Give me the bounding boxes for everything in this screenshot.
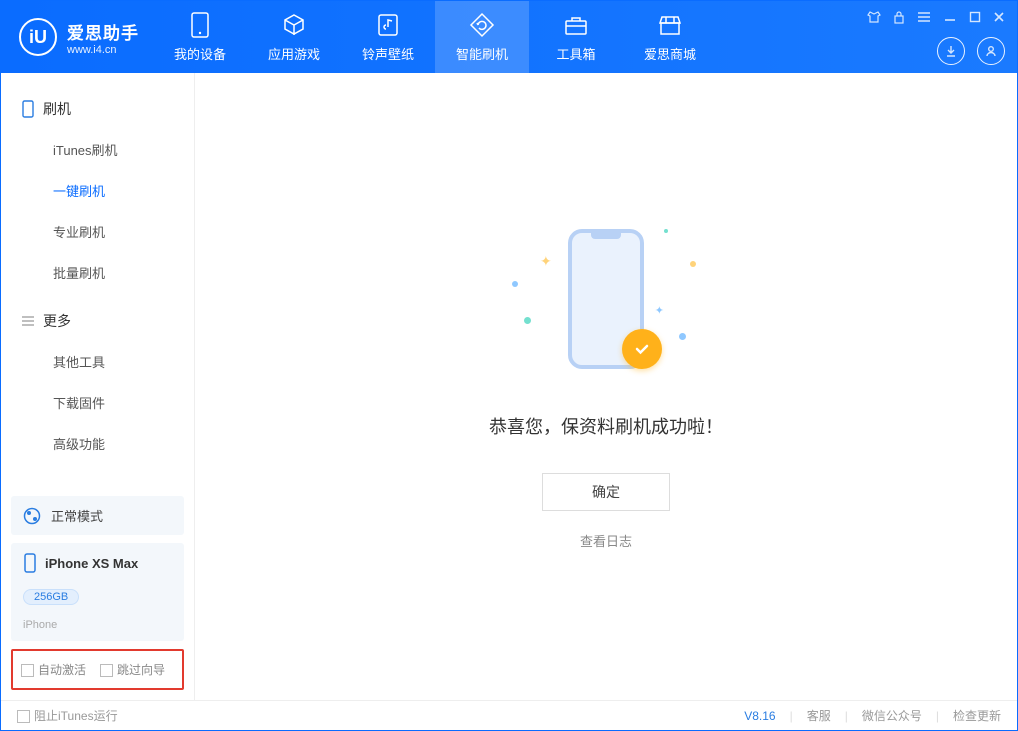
phone-icon [21, 100, 35, 118]
sidebar-item-batch-flash[interactable]: 批量刷机 [1, 252, 194, 293]
checkbox-block-itunes[interactable]: 阻止iTunes运行 [17, 707, 118, 724]
support-link[interactable]: 客服 [807, 707, 831, 724]
main-content: ✦✦ 恭喜您，保资料刷机成功啦！ 确定 查看日志 [195, 73, 1017, 700]
success-illustration: ✦✦ [506, 223, 706, 393]
main-tabs: 我的设备 应用游戏 铃声壁纸 智能刷机 工具箱 爱思商城 [153, 1, 717, 73]
list-icon [21, 315, 35, 327]
ok-button[interactable]: 确定 [542, 473, 670, 511]
device-icon [23, 553, 37, 573]
tab-label: 我的设备 [174, 44, 226, 63]
menu-icon[interactable] [917, 10, 931, 28]
download-button[interactable] [937, 37, 965, 65]
device-name: iPhone XS Max [45, 556, 138, 571]
footer: 阻止iTunes运行 V8.16 | 客服 | 微信公众号 | 检查更新 [1, 700, 1017, 730]
tab-my-device[interactable]: 我的设备 [153, 1, 247, 73]
tab-ringtones[interactable]: 铃声壁纸 [341, 1, 435, 73]
check-update-link[interactable]: 检查更新 [953, 707, 1001, 724]
cube-icon [281, 12, 307, 38]
mode-label: 正常模式 [51, 506, 103, 525]
refresh-icon [469, 12, 495, 38]
sidebar-item-other-tools[interactable]: 其他工具 [1, 341, 194, 382]
wechat-link[interactable]: 微信公众号 [862, 707, 922, 724]
window-controls [867, 10, 1005, 29]
success-message: 恭喜您，保资料刷机成功啦！ [489, 413, 723, 439]
tab-label: 智能刷机 [456, 44, 508, 63]
app-logo: iU 爱思助手 www.i4.cn [1, 18, 153, 56]
sidebar-item-itunes-flash[interactable]: iTunes刷机 [1, 129, 194, 170]
mode-card[interactable]: 正常模式 [11, 496, 184, 535]
sidebar-item-pro-flash[interactable]: 专业刷机 [1, 211, 194, 252]
device-icon [187, 12, 213, 38]
device-type: iPhone [23, 619, 57, 631]
app-title: 爱思助手 [67, 19, 139, 44]
tab-label: 爱思商城 [644, 44, 696, 63]
mode-icon [23, 507, 41, 525]
tab-label: 铃声壁纸 [362, 44, 414, 63]
view-log-link[interactable]: 查看日志 [580, 531, 632, 550]
store-icon [657, 12, 683, 38]
tab-smart-flash[interactable]: 智能刷机 [435, 1, 529, 73]
sidebar-item-advanced[interactable]: 高级功能 [1, 423, 194, 464]
group-title: 刷机 [43, 99, 71, 119]
tab-label: 工具箱 [556, 44, 595, 63]
music-icon [375, 12, 401, 38]
logo-icon: iU [19, 18, 57, 56]
close-icon[interactable] [993, 10, 1005, 28]
tab-toolbox[interactable]: 工具箱 [529, 1, 623, 73]
highlighted-options: 自动激活 跳过向导 [11, 649, 184, 690]
sidebar-group-more: 更多 [1, 303, 194, 341]
sidebar: 刷机 iTunes刷机 一键刷机 专业刷机 批量刷机 更多 其他工具 下载固件 … [1, 73, 195, 700]
sidebar-item-download-firmware[interactable]: 下载固件 [1, 382, 194, 423]
title-bar: iU 爱思助手 www.i4.cn 我的设备 应用游戏 铃声壁纸 智能刷机 工具… [1, 1, 1017, 73]
sidebar-item-oneclick-flash[interactable]: 一键刷机 [1, 170, 194, 211]
toolbox-icon [563, 12, 589, 38]
tab-apps-games[interactable]: 应用游戏 [247, 1, 341, 73]
tab-store[interactable]: 爱思商城 [623, 1, 717, 73]
minimize-icon[interactable] [943, 10, 957, 28]
group-title: 更多 [43, 311, 71, 331]
storage-badge: 256GB [23, 589, 79, 605]
lock-icon[interactable] [893, 10, 905, 29]
shirt-icon[interactable] [867, 10, 881, 29]
device-card[interactable]: iPhone XS Max 256GB iPhone [11, 543, 184, 641]
app-subtitle: www.i4.cn [67, 44, 139, 56]
tab-label: 应用游戏 [268, 44, 320, 63]
sidebar-group-flash: 刷机 [1, 91, 194, 129]
check-icon [622, 329, 662, 369]
user-button[interactable] [977, 37, 1005, 65]
maximize-icon[interactable] [969, 10, 981, 28]
checkbox-auto-activate[interactable]: 自动激活 [21, 661, 86, 678]
version-label: V8.16 [744, 709, 775, 723]
checkbox-skip-guide[interactable]: 跳过向导 [100, 661, 165, 678]
